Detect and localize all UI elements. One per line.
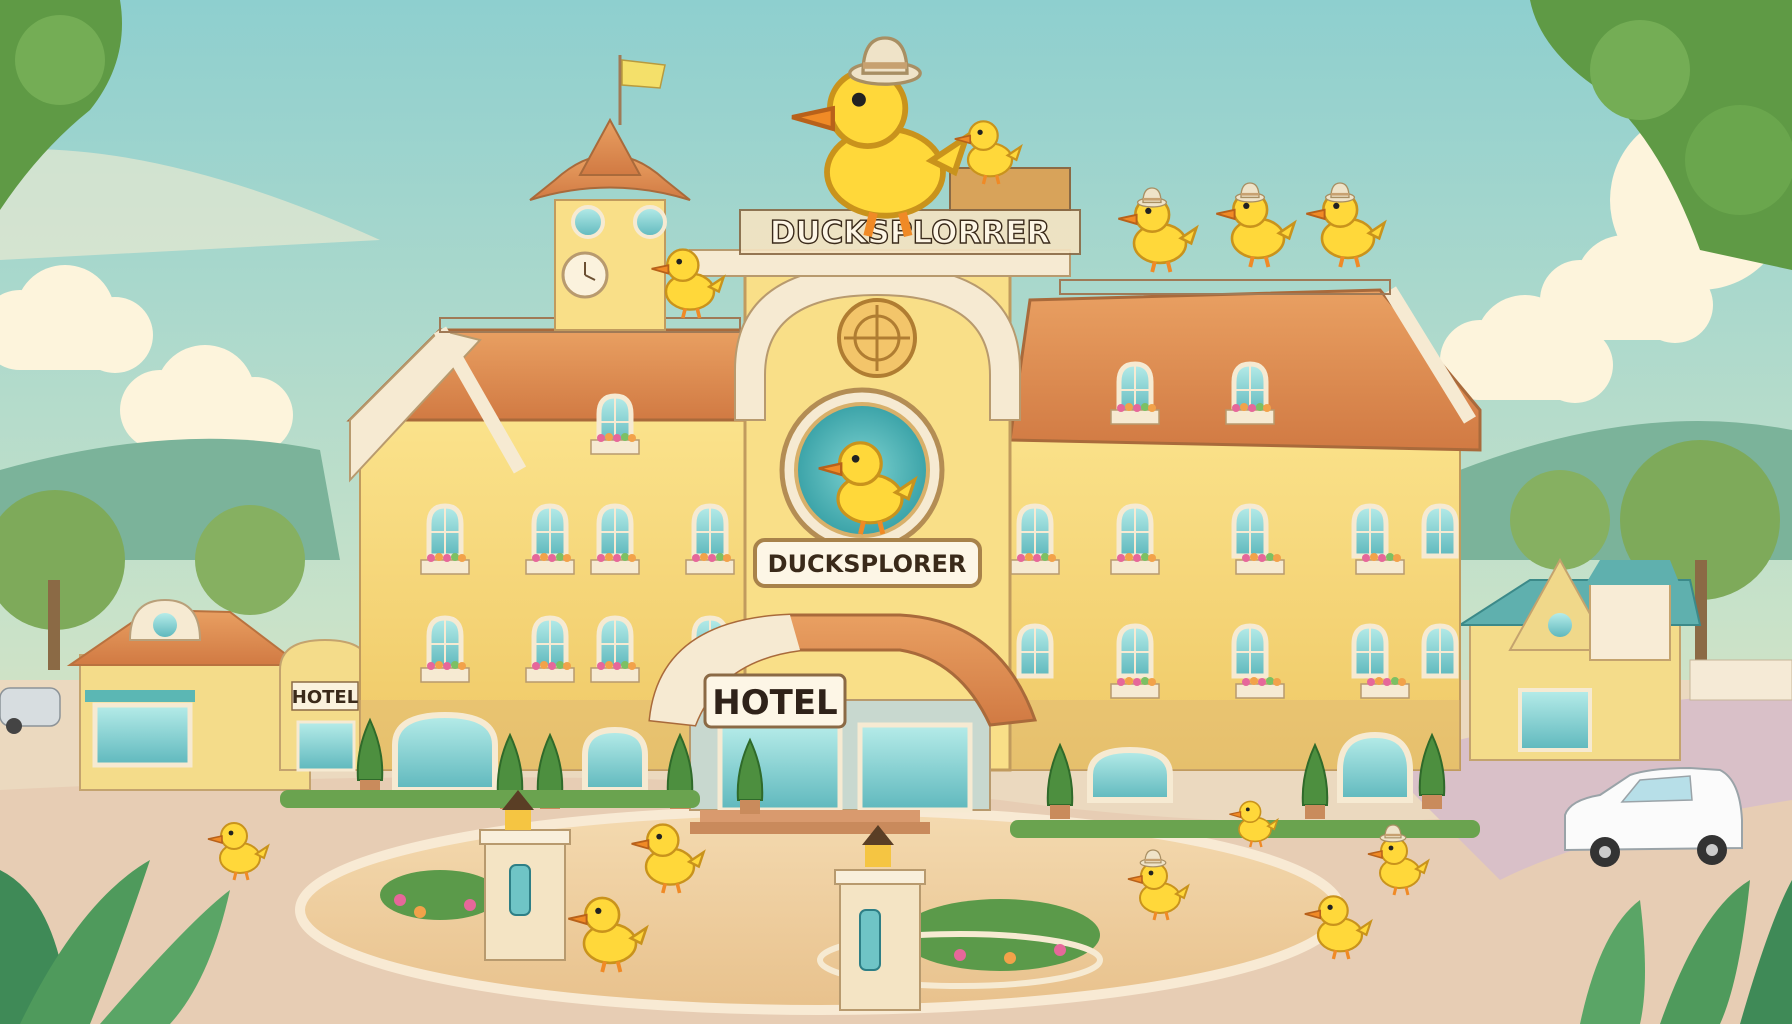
facade-hotel-name-sign: DUCKSPLORER — [768, 550, 967, 578]
annex-hotel-sign: HOTEL — [292, 687, 358, 708]
hotel-entrance: HOTEL — [648, 613, 1038, 834]
entrance-hotel-sign: HOTEL — [712, 683, 837, 723]
ducksplorer-hotel-illustration: HOTEL DUCKSPLORER HOTEL — [0, 0, 1792, 1024]
